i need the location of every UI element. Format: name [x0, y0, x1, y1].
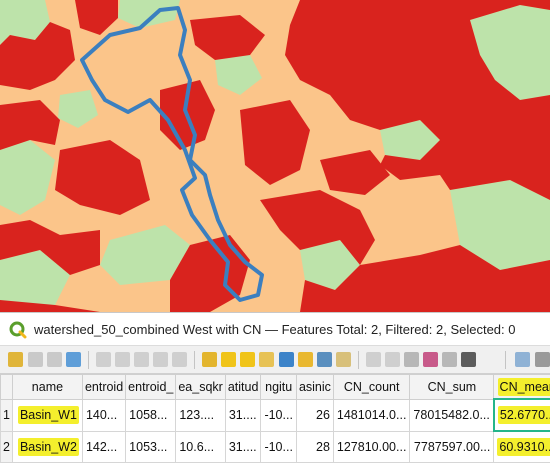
copy-icon[interactable] [153, 352, 168, 367]
column-header-name[interactable]: name [12, 375, 82, 400]
column-header-area[interactable]: ea_sqkr [176, 375, 225, 400]
table-cell[interactable]: 1481014.0... [333, 399, 410, 431]
deselect-icon[interactable] [259, 352, 274, 367]
delete-field-icon[interactable] [385, 352, 400, 367]
table-cell[interactable]: 78015482.0... [410, 399, 494, 431]
map-canvas[interactable] [0, 0, 550, 312]
actions-icon[interactable] [461, 352, 476, 367]
cut-icon[interactable] [134, 352, 149, 367]
column-header-cn-sum[interactable]: CN_sum [410, 375, 494, 400]
header-highlight: CN_mean [498, 378, 550, 396]
paste-icon[interactable] [172, 352, 187, 367]
cell-highlight: Basin_W2 [18, 438, 79, 456]
dock-icon[interactable] [442, 352, 457, 367]
invert-selection-icon[interactable] [240, 352, 255, 367]
field-calculator-icon[interactable] [404, 352, 419, 367]
column-header-basin-id[interactable]: asinic [296, 375, 333, 400]
table-cell[interactable]: -10... [261, 399, 297, 431]
table-cell[interactable]: 28 [296, 431, 333, 463]
conditional-format-icon[interactable] [423, 352, 438, 367]
table-cell[interactable]: 140... [82, 399, 125, 431]
table-cell[interactable]: 1058... [126, 399, 176, 431]
table-cell[interactable]: 142... [82, 431, 125, 463]
table-cell[interactable]: Basin_W2 [12, 431, 82, 463]
row-header[interactable]: 2 [1, 431, 13, 463]
table-row[interactable]: 1 Basin_W1 140... 1058... 123.... 31....… [1, 399, 550, 431]
add-feature-icon[interactable] [96, 352, 111, 367]
attribute-toolbar [0, 346, 550, 374]
toolbar-separator [505, 351, 506, 369]
table-cell[interactable]: 60.9310... [494, 431, 550, 463]
pencil-icon[interactable] [8, 352, 23, 367]
cell-highlight: 60.9310... [497, 438, 550, 456]
select-all-icon[interactable] [221, 352, 236, 367]
zoom-map-icon[interactable] [336, 352, 351, 367]
table-cell[interactable]: -10... [261, 431, 297, 463]
cell-highlight: 52.6770... [498, 406, 550, 424]
new-field-icon[interactable] [366, 352, 381, 367]
more-icon[interactable] [535, 352, 550, 367]
toggle-multi-edit-icon[interactable] [28, 352, 43, 367]
reload-icon[interactable] [66, 352, 81, 367]
table-row[interactable]: 2 Basin_W2 142... 1053... 10.6... 31....… [1, 431, 550, 463]
table-cell[interactable]: 127810.00... [333, 431, 410, 463]
cell-highlight: Basin_W1 [18, 406, 79, 424]
toolbar-separator [358, 351, 359, 369]
column-header-centroid-y[interactable]: entroid_ [126, 375, 176, 400]
window-title: watershed_50_combined West with CN — Fea… [34, 322, 515, 337]
filter-icon[interactable] [279, 352, 294, 367]
toolbar-separator [194, 351, 195, 369]
attribute-table-window: watershed_50_combined West with CN — Fea… [0, 312, 550, 460]
table-cell[interactable]: 31.... [225, 431, 261, 463]
table-cell[interactable]: 31.... [225, 399, 261, 431]
attribute-table: name entroid entroid_ ea_sqkr atitud ngi… [0, 374, 550, 463]
window-title-bar: watershed_50_combined West with CN — Fea… [0, 312, 550, 346]
selected-table-cell[interactable]: 52.6770... [494, 399, 550, 431]
column-header-cn-mean[interactable]: CN_mean [494, 375, 550, 400]
move-to-top-icon[interactable] [298, 352, 313, 367]
column-header-centroid-x[interactable]: entroid [82, 375, 125, 400]
table-cell[interactable]: 1053... [126, 431, 176, 463]
table-cell[interactable]: 7787597.00... [410, 431, 494, 463]
pan-map-icon[interactable] [317, 352, 332, 367]
table-cell[interactable]: Basin_W1 [12, 399, 82, 431]
table-cell[interactable]: 123.... [176, 399, 225, 431]
corner-header[interactable] [1, 375, 13, 400]
row-header[interactable]: 1 [1, 399, 13, 431]
zoom-to-selected-icon[interactable] [515, 352, 530, 367]
column-header-latitude[interactable]: atitud [225, 375, 261, 400]
table-cell[interactable]: 10.6... [176, 431, 225, 463]
column-header-cn-count[interactable]: CN_count [333, 375, 410, 400]
expression-select-icon[interactable] [202, 352, 217, 367]
column-header-longitude[interactable]: ngitu [261, 375, 297, 400]
save-edits-icon[interactable] [47, 352, 62, 367]
table-cell[interactable]: 26 [296, 399, 333, 431]
qgis-logo-icon [9, 321, 27, 339]
delete-feature-icon[interactable] [115, 352, 130, 367]
toolbar-separator [88, 351, 89, 369]
header-row: name entroid entroid_ ea_sqkr atitud ngi… [1, 375, 550, 400]
